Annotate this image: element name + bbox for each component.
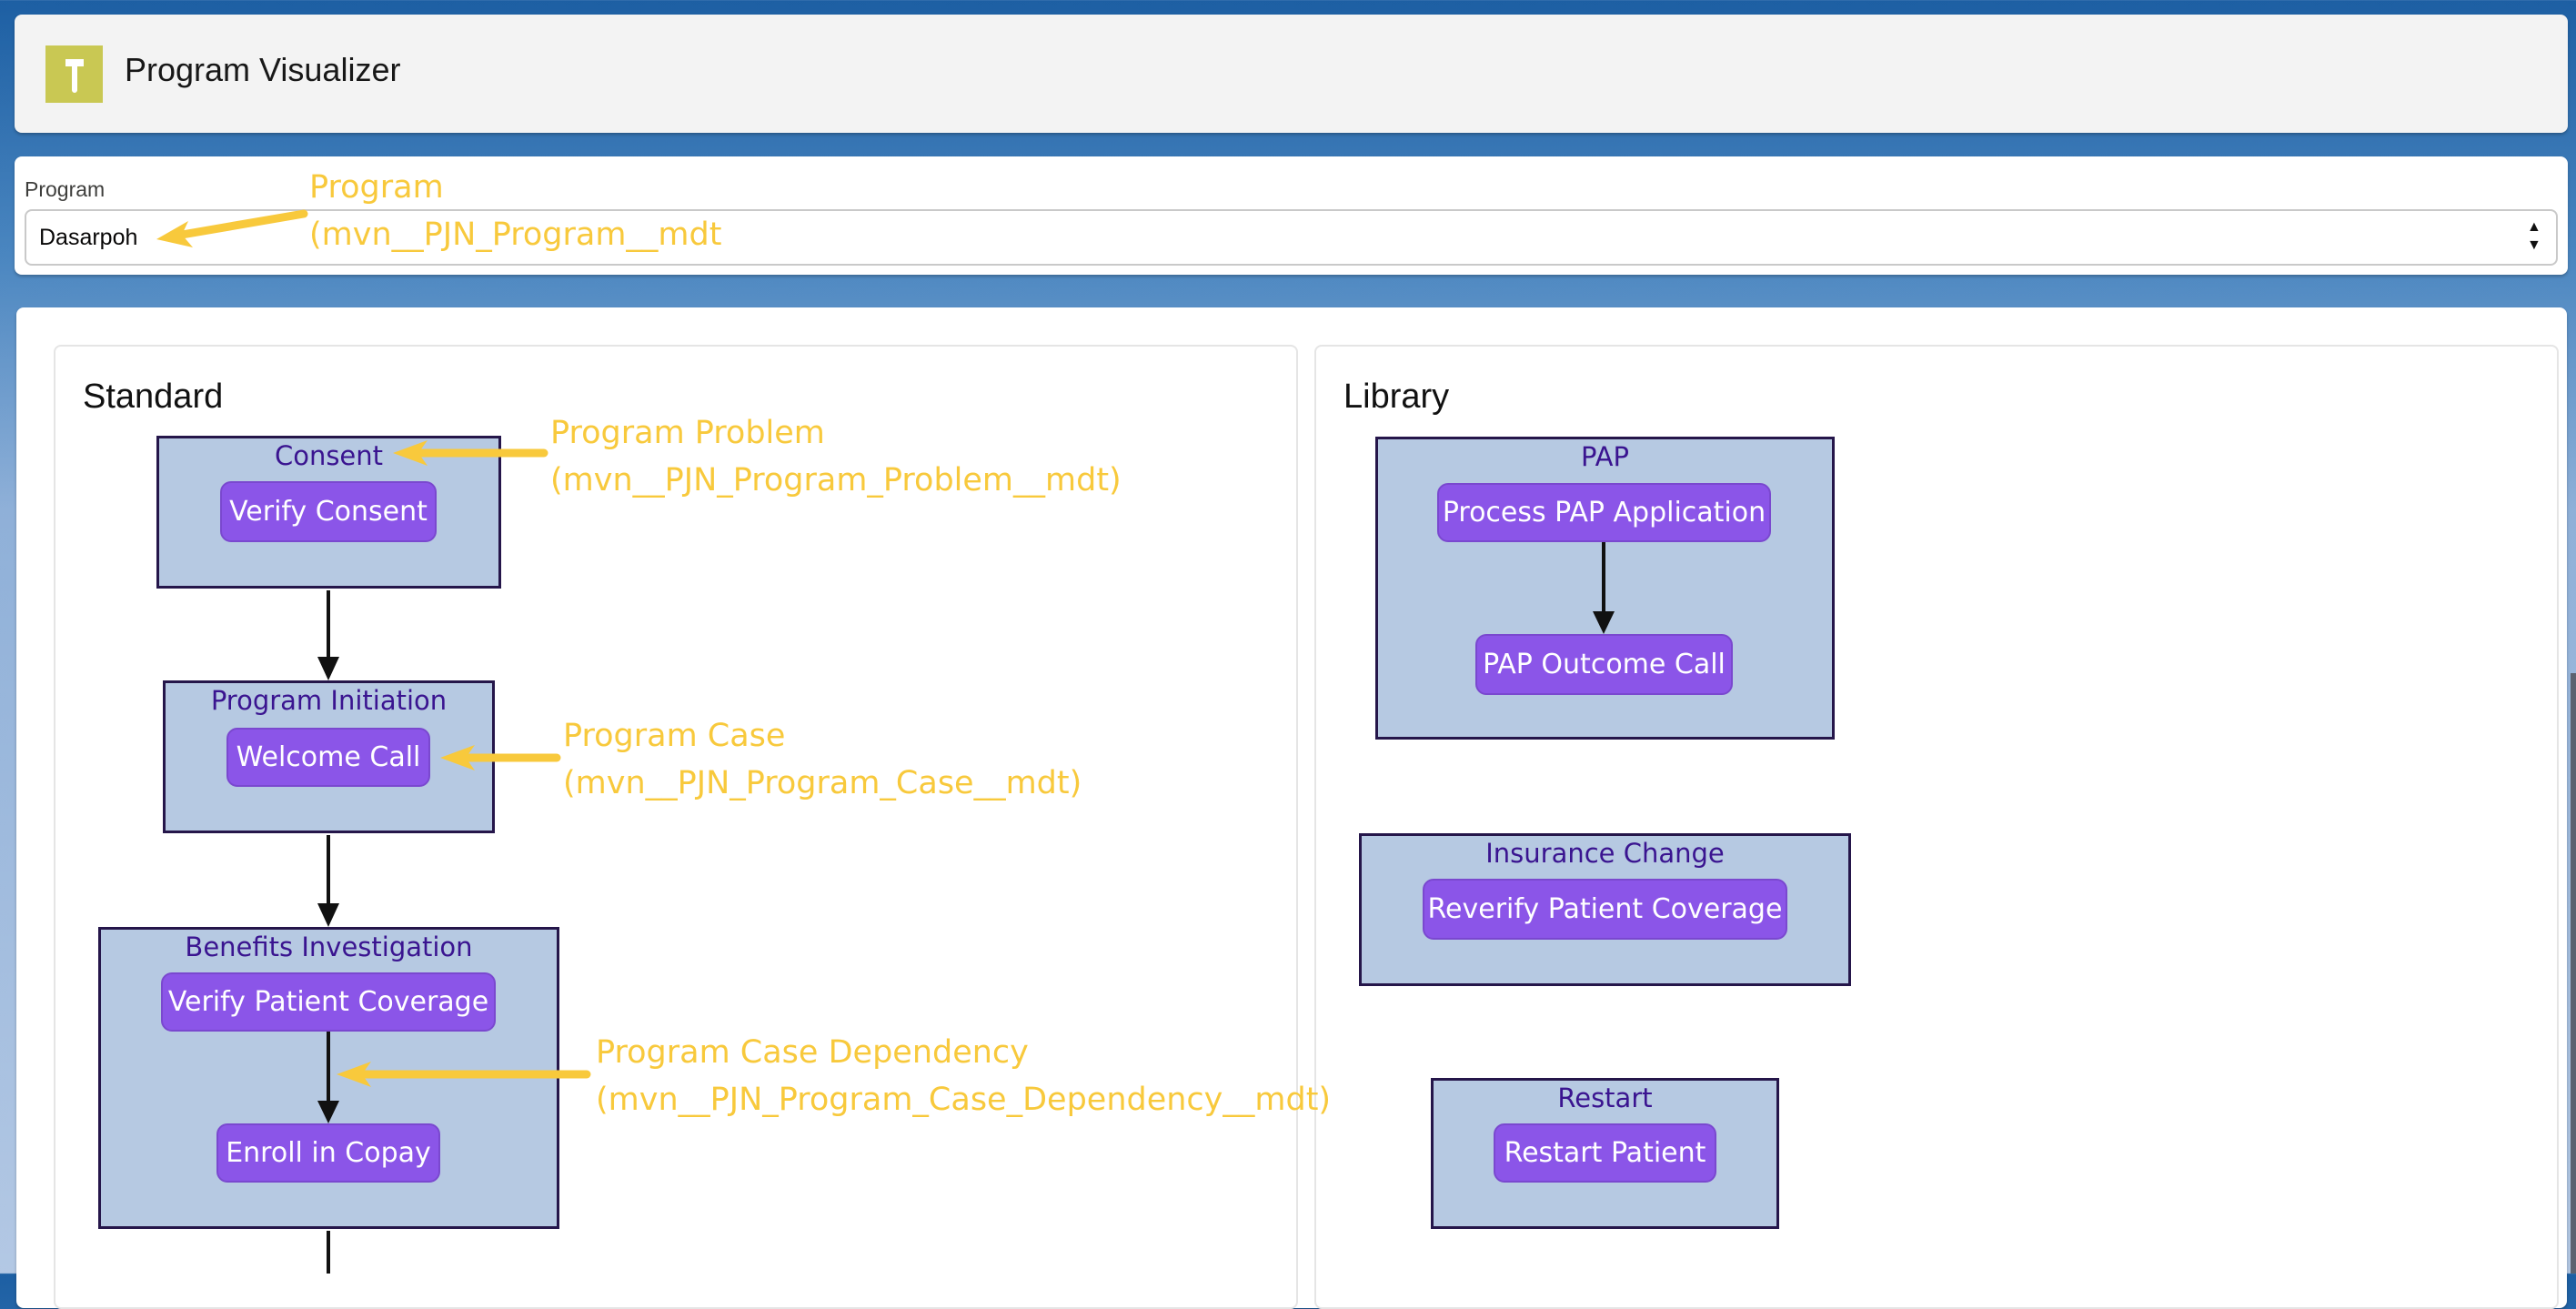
- arrowhead: [1593, 611, 1615, 634]
- arrowhead: [317, 657, 339, 680]
- annotation-line: (mvn__PJN_Program_Problem__mdt): [550, 462, 1122, 498]
- scrollbar[interactable]: [2571, 673, 2576, 1274]
- annotation-program: Program (mvn__PJN_Program__mdt: [309, 164, 721, 258]
- annotation-program-case-dependency: Program Case Dependency (mvn__PJN_Progra…: [596, 1029, 1331, 1123]
- annotation-program-problem: Program Problem (mvn__PJN_Program_Proble…: [550, 409, 1122, 504]
- annotation-arrow-program: [177, 209, 308, 239]
- annotation-line: (mvn__PJN_Program_Case_Dependency__mdt): [596, 1082, 1332, 1118]
- arrowhead: [317, 1101, 339, 1123]
- annotation-line: Program Case Dependency: [596, 1034, 1029, 1071]
- annotation-program-case: Program Case (mvn__PJN_Program_Case__mdt…: [563, 712, 1082, 807]
- annotation-line: Program Case: [563, 718, 786, 754]
- annotation-line: (mvn__PJN_Program_Case__mdt): [563, 765, 1082, 801]
- annotation-line: Program: [309, 169, 444, 206]
- arrowhead: [317, 903, 339, 927]
- annotation-line: Program Problem: [550, 415, 825, 451]
- annotation-line: (mvn__PJN_Program__mdt: [309, 216, 722, 253]
